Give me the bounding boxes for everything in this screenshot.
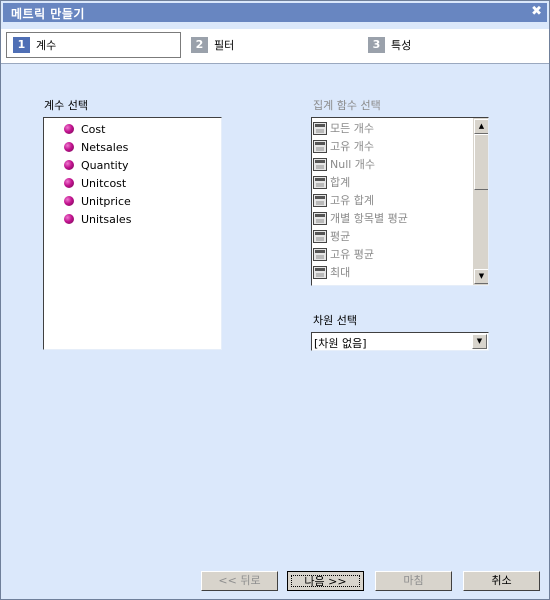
cancel-button[interactable]: 취소 xyxy=(463,571,540,591)
aggregate-item[interactable]: Null 개수 xyxy=(313,155,473,173)
measure-dot-icon xyxy=(64,214,74,224)
calculator-icon xyxy=(313,157,327,171)
aggregate-item-label: 평균 xyxy=(330,230,351,243)
step-properties[interactable]: 3 특성 xyxy=(368,32,411,58)
next-button-label: 나음 >> xyxy=(291,575,360,588)
aggregate-item-label: 모든 개수 xyxy=(330,122,374,135)
calculator-icon xyxy=(313,139,327,153)
chevron-down-icon[interactable]: ▼ xyxy=(472,334,487,349)
measure-dot-icon xyxy=(64,196,74,206)
step-label: 특성 xyxy=(391,39,412,52)
measure-item-label: Netsales xyxy=(81,140,129,154)
step-label: 계수 xyxy=(36,39,57,52)
aggregate-function-list[interactable]: 모든 개수 고유 개수 Null 개수 합계 고유 합계 개별 항목별 평균 평… xyxy=(311,117,489,286)
measure-list[interactable]: Cost Netsales Quantity Unitcost Unitpric… xyxy=(43,117,222,350)
measure-item[interactable]: Unitsales xyxy=(44,210,221,228)
scrollbar-thumb[interactable] xyxy=(474,134,488,190)
scroll-up-icon[interactable]: ▲ xyxy=(474,119,488,134)
calculator-icon xyxy=(313,247,327,261)
measure-item[interactable]: Quantity xyxy=(44,156,221,174)
title-bar: 메트릭 만들기 ✖ xyxy=(3,3,547,22)
aggregate-item[interactable]: 최대 xyxy=(313,263,473,281)
calculator-icon xyxy=(313,193,327,207)
step-number: 3 xyxy=(368,37,385,53)
aggregate-item[interactable]: 평균 xyxy=(313,227,473,245)
measure-item-label: Unitsales xyxy=(81,212,132,226)
measure-item[interactable]: Netsales xyxy=(44,138,221,156)
step-number: 2 xyxy=(191,37,208,53)
aggregate-item-label: 고유 개수 xyxy=(330,140,374,153)
dialog-title: 메트릭 만들기 xyxy=(11,7,85,21)
measure-item[interactable]: Unitcost xyxy=(44,174,221,192)
wizard-steps: 1 계수 2 필터 3 특성 xyxy=(1,29,549,64)
calculator-icon xyxy=(313,229,327,243)
aggregate-item-label: Null 개수 xyxy=(330,158,376,171)
aggregate-item[interactable]: 고유 개수 xyxy=(313,137,473,155)
step-label: 필터 xyxy=(214,39,235,52)
aggregate-item-label: 고유 합계 xyxy=(330,194,374,207)
measure-select-label: 계수 선택 xyxy=(44,99,88,112)
close-icon[interactable]: ✖ xyxy=(531,4,542,19)
calculator-icon xyxy=(313,211,327,225)
calculator-icon xyxy=(313,265,327,279)
back-button[interactable]: << 뒤로 xyxy=(201,571,278,591)
measure-item-label: Unitcost xyxy=(81,176,127,190)
aggregate-item[interactable]: 개별 항목별 평균 xyxy=(313,209,473,227)
calculator-icon xyxy=(313,121,327,135)
step-filter[interactable]: 2 필터 xyxy=(191,32,234,58)
step-measure[interactable]: 1 계수 xyxy=(6,32,181,58)
measure-dot-icon xyxy=(64,124,74,134)
dimension-select-value: [차원 없음] xyxy=(314,337,367,350)
aggregate-item[interactable]: 고유 평균 xyxy=(313,245,473,263)
vertical-scrollbar[interactable]: ▲ ▼ xyxy=(473,118,488,285)
aggregate-item-label: 개별 항목별 평균 xyxy=(330,212,408,225)
measure-item-label: Quantity xyxy=(81,158,129,172)
dimension-select[interactable]: [차원 없음] ▼ xyxy=(311,332,489,351)
measure-dot-icon xyxy=(64,178,74,188)
scroll-down-icon[interactable]: ▼ xyxy=(474,269,488,284)
aggregate-item[interactable]: 모든 개수 xyxy=(313,119,473,137)
aggregate-item-label: 합계 xyxy=(330,176,351,189)
measure-item[interactable]: Unitprice xyxy=(44,192,221,210)
step-number: 1 xyxy=(13,37,30,53)
finish-button[interactable]: 마침 xyxy=(375,571,452,591)
aggregate-item-label: 고유 평균 xyxy=(330,248,374,261)
measure-item[interactable]: Cost xyxy=(44,120,221,138)
dimension-select-label: 차원 선택 xyxy=(313,314,357,327)
measure-item-label: Unitprice xyxy=(81,194,131,208)
calculator-icon xyxy=(313,175,327,189)
measure-dot-icon xyxy=(64,142,74,152)
measure-item-label: Cost xyxy=(81,122,106,136)
aggregate-item-label: 최대 xyxy=(330,266,351,279)
aggregate-select-label: 집계 함수 선택 xyxy=(313,99,381,112)
create-metric-dialog: 메트릭 만들기 ✖ 1 계수 2 필터 3 특성 계수 선택 Cost Nets… xyxy=(0,0,550,600)
aggregate-item[interactable]: 합계 xyxy=(313,173,473,191)
next-button[interactable]: 나음 >> xyxy=(287,571,364,591)
measure-dot-icon xyxy=(64,160,74,170)
aggregate-item[interactable]: 고유 합계 xyxy=(313,191,473,209)
